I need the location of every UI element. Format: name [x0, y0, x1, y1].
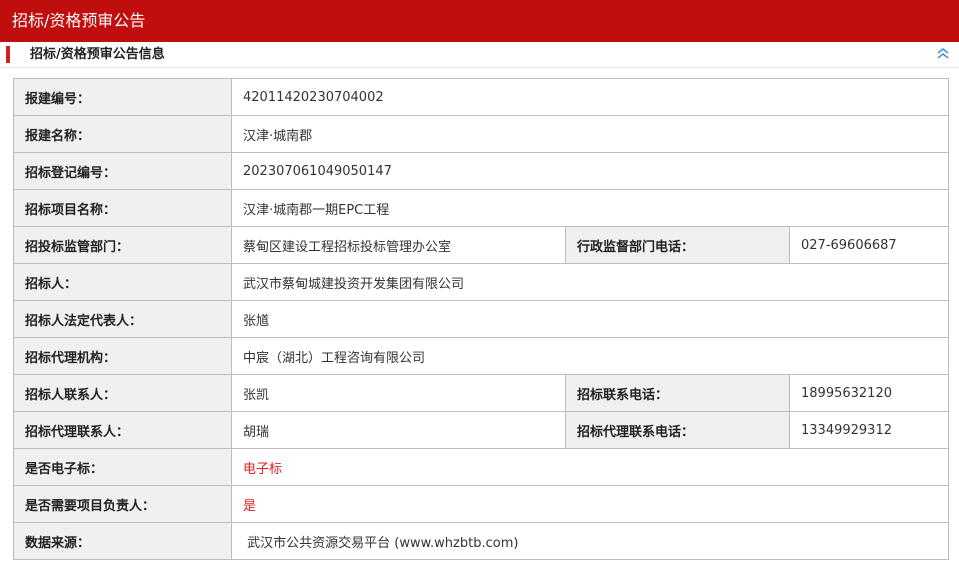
section-title: 招标/资格预审公告信息 — [30, 47, 165, 62]
row-value: 42011420230704002 — [230, 78, 950, 116]
row-label-secondary: 行政监督部门电话： — [565, 226, 790, 264]
row-value-secondary: 18995632120 — [788, 374, 950, 412]
table-row: 招标人： 武汉市蔡甸城建投资开发集团有限公司 — [13, 263, 950, 301]
row-label: 招标登记编号： — [13, 152, 232, 190]
row-label: 数据来源： — [13, 522, 232, 560]
row-label: 是否需要项目负责人： — [13, 485, 232, 523]
row-value: 蔡甸区建设工程招标投标管理办公室 — [231, 226, 566, 264]
row-value: 张馗 — [230, 300, 950, 338]
row-label: 报建名称： — [13, 115, 232, 153]
row-value-secondary: 027-69606687 — [788, 226, 950, 264]
info-table: 报建编号： 42011420230704002 报建名称： 汉津·城南郡 招标登… — [13, 78, 950, 560]
row-label: 招标人联系人： — [13, 374, 232, 412]
table-row: 是否电子标： 电子标 — [13, 448, 950, 486]
project-manager-required-value: 是 — [230, 485, 950, 523]
row-label: 是否电子标： — [13, 448, 232, 486]
table-row: 是否需要项目负责人： 是 — [13, 485, 950, 523]
table-row: 招投标监管部门： 蔡甸区建设工程招标投标管理办公室 行政监督部门电话： 027-… — [13, 226, 950, 264]
table-row: 报建编号： 42011420230704002 — [13, 78, 950, 116]
row-value: 胡瑞 — [231, 411, 566, 449]
row-label: 招标人法定代表人： — [13, 300, 232, 338]
row-label: 招标项目名称： — [13, 189, 232, 227]
row-value: 武汉市蔡甸城建投资开发集团有限公司 — [230, 263, 950, 301]
table-row: 招标项目名称： 汉津·城南郡一期EPC工程 — [13, 189, 950, 227]
row-value: 汉津·城南郡一期EPC工程 — [230, 189, 950, 227]
section-marker — [6, 46, 10, 63]
section-header: 招标/资格预审公告信息 — [0, 42, 959, 68]
row-label: 报建编号： — [13, 78, 232, 116]
row-label: 招标人： — [13, 263, 232, 301]
row-value: 汉津·城南郡 — [230, 115, 950, 153]
row-label-secondary: 招标代理联系电话： — [565, 411, 790, 449]
row-label: 招投标监管部门： — [13, 226, 232, 264]
electronic-bid-value: 电子标 — [230, 448, 950, 486]
double-chevron-up-icon[interactable] — [935, 44, 951, 64]
row-label: 招标代理机构： — [13, 337, 232, 375]
page-title: 招标/资格预审公告 — [0, 0, 959, 42]
table-row: 报建名称： 汉津·城南郡 — [13, 115, 950, 153]
row-value: 张凯 — [231, 374, 566, 412]
data-source-value: 武汉市公共资源交易平台 (www.whzbtb.com) — [230, 522, 950, 560]
table-row: 招标代理机构： 中宸（湖北）工程咨询有限公司 — [13, 337, 950, 375]
row-value-secondary: 13349929312 — [788, 411, 950, 449]
row-label: 招标代理联系人： — [13, 411, 232, 449]
row-label-secondary: 招标联系电话： — [565, 374, 790, 412]
table-row: 数据来源： 武汉市公共资源交易平台 (www.whzbtb.com) — [13, 522, 950, 560]
table-row: 招标人联系人： 张凯 招标联系电话： 18995632120 — [13, 374, 950, 412]
row-value: 中宸（湖北）工程咨询有限公司 — [230, 337, 950, 375]
table-row: 招标登记编号： 202307061049050147 — [13, 152, 950, 190]
row-value: 202307061049050147 — [230, 152, 950, 190]
table-row: 招标人法定代表人： 张馗 — [13, 300, 950, 338]
table-row: 招标代理联系人： 胡瑞 招标代理联系电话： 13349929312 — [13, 411, 950, 449]
